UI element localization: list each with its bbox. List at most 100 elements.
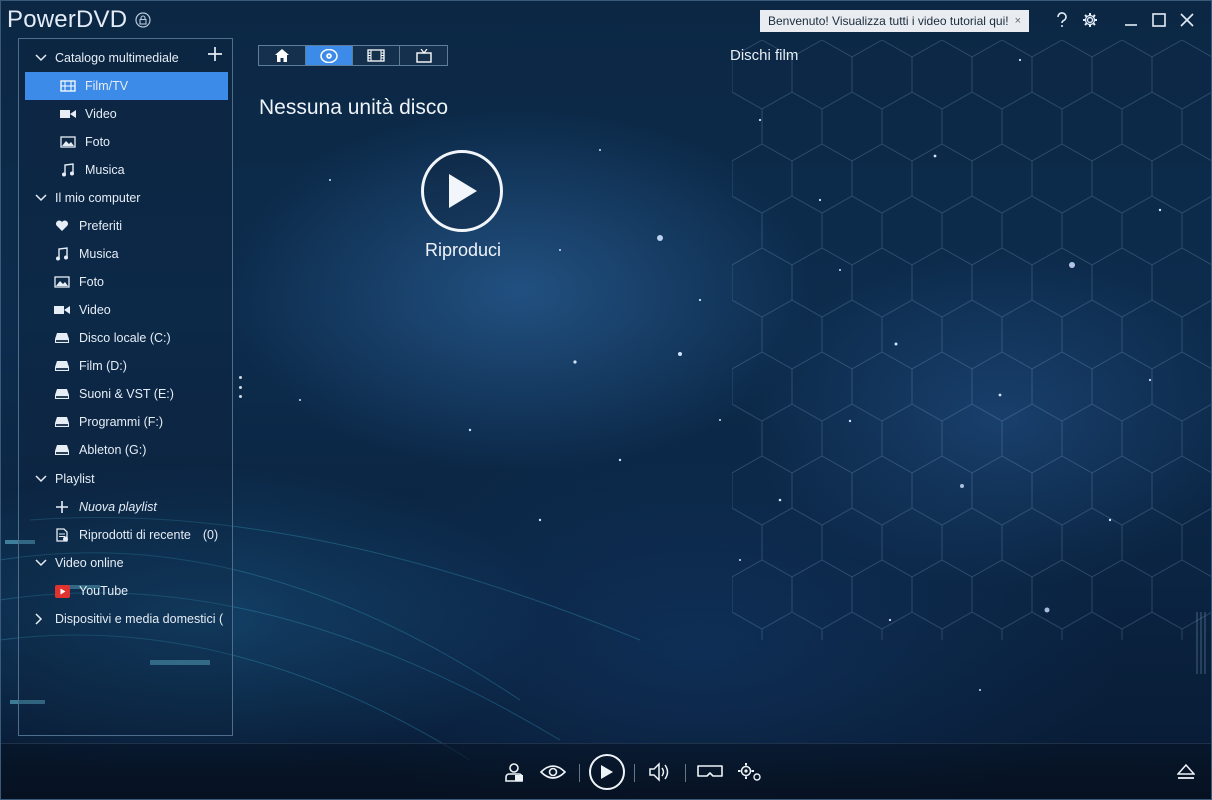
sidebar-item-drive-d[interactable]: Film (D:) — [19, 352, 232, 380]
sidebar-section-online-video[interactable]: Video online — [19, 549, 232, 577]
sidebar-item-label[interactable]: Foto — [79, 275, 104, 289]
play-button[interactable] — [589, 754, 625, 790]
sidebar-item-music[interactable]: Musica — [19, 156, 232, 184]
eject-button[interactable] — [1171, 757, 1201, 787]
sidebar-item-computer-photo[interactable]: Foto — [19, 268, 232, 296]
sidebar-item-label[interactable]: Ableton (G:) — [79, 443, 146, 457]
sidebar-item-video[interactable]: Video — [19, 100, 232, 128]
home-icon — [275, 49, 289, 62]
sidebar-item-label[interactable]: Preferiti — [79, 219, 122, 233]
sidebar-item-computer-music[interactable]: Musica — [19, 240, 232, 268]
lock-controls-button[interactable] — [499, 757, 529, 787]
sidebar-item-new-playlist[interactable]: Nuova playlist — [19, 493, 232, 521]
sidebar-section-label[interactable]: Catalogo multimediale — [55, 51, 179, 65]
sidebar-item-label[interactable]: Disco locale (C:) — [79, 331, 171, 345]
right-edge-scroll-handle[interactable] — [1196, 612, 1206, 674]
gear-icon — [1083, 13, 1097, 27]
video-camera-icon — [58, 108, 78, 120]
welcome-banner-text[interactable]: Benvenuto! Visualizza tutti i video tuto… — [768, 14, 1009, 28]
photo-icon — [52, 276, 72, 288]
sidebar-item-drive-e[interactable]: Suoni & VST (E:) — [19, 380, 232, 408]
sidebar-section-label[interactable]: Dispositivi e media domestici ( — [55, 612, 223, 626]
sidebar-item-drive-g[interactable]: Ableton (G:) — [19, 436, 232, 464]
sidebar-item-drive-f[interactable]: Programmi (F:) — [19, 408, 232, 436]
sidebar-section-playlist[interactable]: Playlist — [19, 465, 232, 493]
sidebar-section-label[interactable]: Il mio computer — [55, 191, 140, 205]
view-mode-button[interactable] — [538, 757, 568, 787]
add-plus-icon[interactable] — [208, 47, 222, 61]
close-icon — [1180, 13, 1194, 27]
play-disc-button[interactable] — [421, 150, 503, 232]
tab-disc[interactable] — [306, 46, 353, 65]
drive-icon — [52, 388, 72, 400]
welcome-banner[interactable]: Benvenuto! Visualizza tutti i video tuto… — [760, 10, 1030, 32]
sidebar-splitter-handle[interactable] — [238, 376, 242, 398]
drive-icon — [52, 416, 72, 428]
drive-icon — [52, 332, 72, 344]
sidebar-item-label[interactable]: Video — [85, 107, 117, 121]
speaker-icon — [649, 762, 669, 782]
film-tv-icon — [58, 80, 78, 92]
video-camera-icon — [52, 304, 72, 316]
sidebar-item-label[interactable]: Foto — [85, 135, 110, 149]
sidebar-item-youtube[interactable]: YouTube — [19, 577, 232, 605]
tab-film[interactable] — [353, 46, 400, 65]
chevron-down-icon[interactable] — [35, 194, 47, 202]
minimize-button[interactable] — [1120, 9, 1142, 31]
sidebar-item-label[interactable]: Riprodotti di recente — [79, 528, 191, 542]
drive-icon — [52, 360, 72, 372]
tv-icon — [415, 48, 432, 63]
close-button[interactable] — [1176, 9, 1198, 31]
sidebar-item-label[interactable]: Nuova playlist — [79, 500, 157, 514]
sidebar-section-label[interactable]: Video online — [55, 556, 124, 570]
sidebar-item-label[interactable]: Film/TV — [85, 79, 128, 93]
sidebar: Catalogo multimediale Film/TV Video Foto… — [18, 38, 233, 736]
separator — [579, 764, 580, 782]
help-button[interactable] — [1051, 9, 1073, 31]
sidebar-item-computer-video[interactable]: Video — [19, 296, 232, 324]
sidebar-item-drive-c[interactable]: Disco locale (C:) — [19, 324, 232, 352]
sidebar-item-photo[interactable]: Foto — [19, 128, 232, 156]
sidebar-item-label[interactable]: Video — [79, 303, 111, 317]
music-note-icon — [58, 163, 78, 177]
music-note-icon — [52, 247, 72, 261]
sidebar-item-label[interactable]: Programmi (F:) — [79, 415, 163, 429]
chevron-down-icon[interactable] — [35, 475, 47, 483]
sidebar-item-label[interactable]: Film (D:) — [79, 359, 127, 373]
recent-count: (0) — [202, 528, 219, 542]
play-disc-label[interactable]: Riproduci — [413, 240, 513, 261]
sidebar-item-label[interactable]: Musica — [79, 247, 119, 261]
tab-tv[interactable] — [400, 46, 447, 65]
recent-list-icon — [52, 528, 72, 542]
hex-grid-decoration — [732, 40, 1212, 640]
chevron-down-icon[interactable] — [35, 54, 47, 62]
section-title: Dischi film — [730, 47, 799, 64]
sidebar-item-label[interactable]: Suoni & VST (E:) — [79, 387, 174, 401]
welcome-close-icon[interactable]: × — [1015, 15, 1021, 27]
sidebar-section-label[interactable]: Playlist — [55, 472, 95, 486]
disc-icon — [320, 48, 338, 63]
sidebar-item-label[interactable]: YouTube — [79, 584, 128, 598]
tab-home[interactable] — [259, 46, 306, 65]
settings-button[interactable] — [1079, 9, 1101, 31]
sidebar-item-recently-played[interactable]: Riprodotti di recente (0) — [19, 521, 232, 549]
playback-settings-button[interactable] — [735, 757, 765, 787]
app-title-text: PowerDVD — [7, 6, 128, 33]
play-icon — [601, 765, 613, 779]
sidebar-item-favorites[interactable]: Preferiti — [19, 212, 232, 240]
user-lock-icon — [505, 763, 523, 782]
sidebar-section-devices[interactable]: Dispositivi e media domestici ( — [19, 605, 232, 633]
lock-icon[interactable] — [135, 12, 151, 28]
minimize-icon — [1125, 24, 1137, 26]
sidebar-item-label[interactable]: Musica — [85, 163, 125, 177]
chevron-right-icon[interactable] — [35, 613, 47, 625]
sidebar-section-my-computer[interactable]: Il mio computer — [19, 184, 232, 212]
volume-button[interactable] — [644, 757, 674, 787]
chevron-down-icon[interactable] — [35, 559, 47, 567]
maximize-icon — [1152, 13, 1166, 27]
sidebar-item-film-tv[interactable]: Film/TV — [25, 72, 228, 100]
sidebar-section-media-catalog[interactable]: Catalogo multimediale — [19, 44, 232, 72]
drive-icon — [52, 444, 72, 456]
maximize-button[interactable] — [1148, 9, 1170, 31]
vr-mode-button[interactable] — [695, 757, 725, 787]
